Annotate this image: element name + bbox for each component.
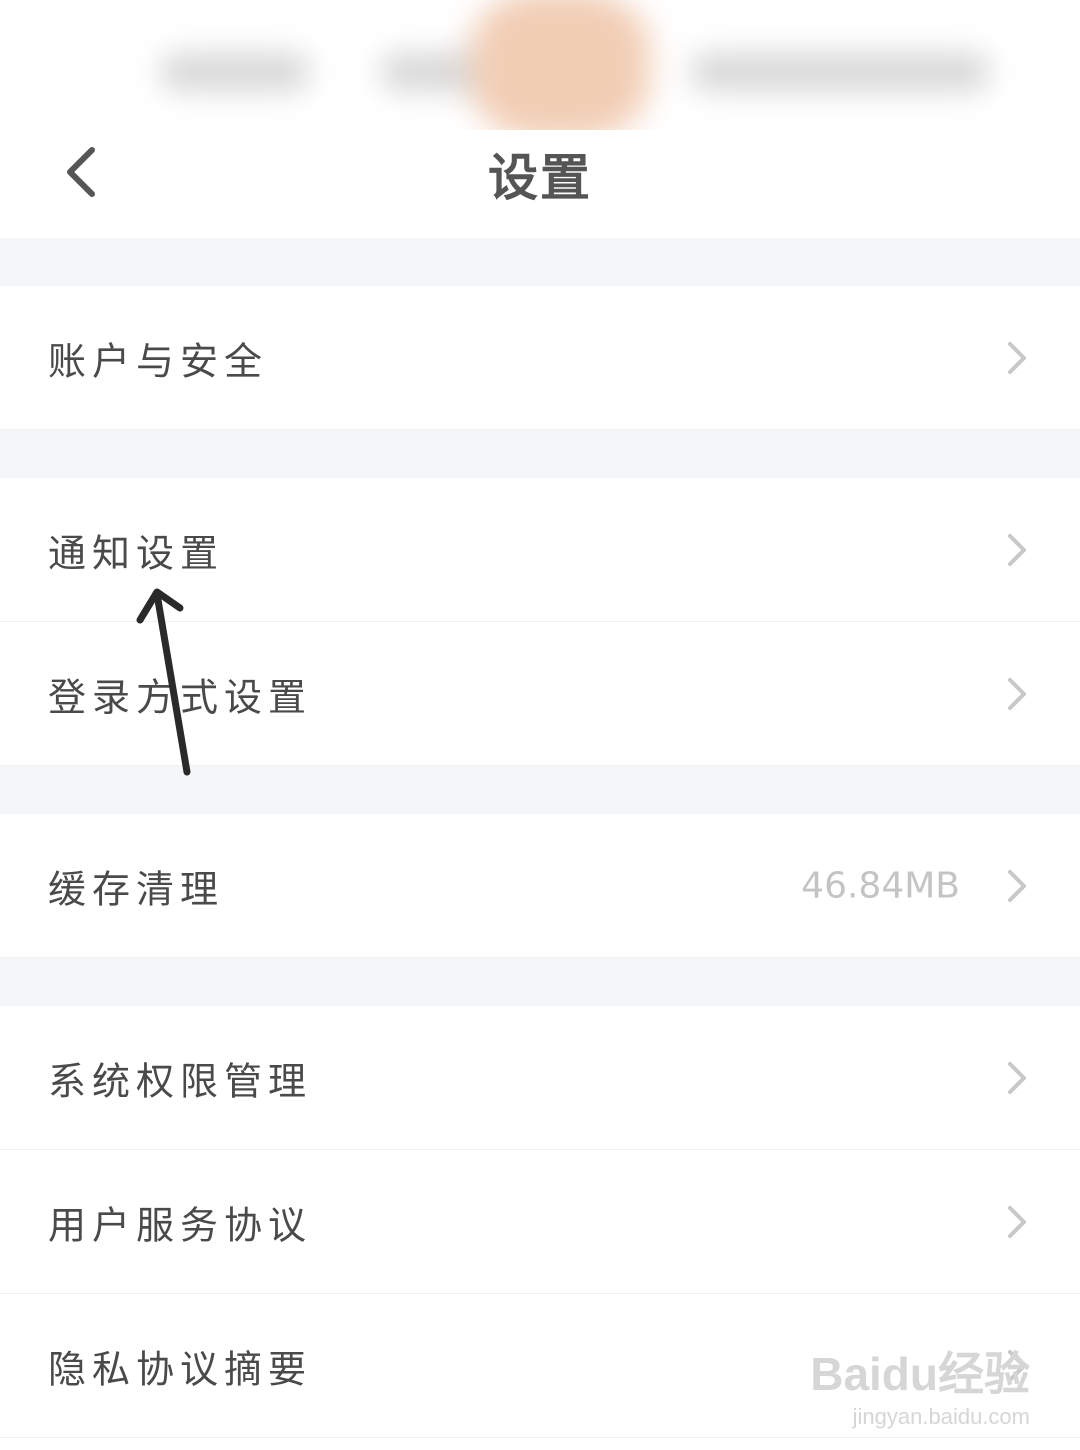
blurred-bar [160, 52, 310, 92]
chevron-right-icon [1008, 341, 1026, 374]
settings-item-user-agreement[interactable]: 用户服务协议 [0, 1150, 1080, 1294]
page-title: 设置 [488, 148, 592, 207]
settings-list: 账户与安全 通知设置 登录方式设置 缓存清理 46.84MB 系统权限管理 用户… [0, 238, 1080, 1438]
settings-item-account-security[interactable]: 账户与安全 [0, 286, 1080, 430]
section-gap [0, 766, 1080, 814]
chevron-right-icon [1008, 1061, 1026, 1094]
chevron-right-icon [1008, 869, 1026, 902]
settings-item-label: 登录方式设置 [48, 675, 313, 719]
blurred-bar [690, 52, 990, 92]
settings-item-label: 隐私协议摘要 [48, 1347, 313, 1391]
section-gap [0, 238, 1080, 286]
chevron-right-icon [1008, 677, 1026, 710]
settings-item-system-permissions[interactable]: 系统权限管理 [0, 1006, 1080, 1150]
settings-item-privacy-summary[interactable]: 隐私协议摘要 [0, 1294, 1080, 1438]
settings-item-label: 用户服务协议 [48, 1203, 313, 1247]
section-gap [0, 430, 1080, 478]
section-gap [0, 958, 1080, 1006]
settings-item-cache-clear[interactable]: 缓存清理 46.84MB [0, 814, 1080, 958]
settings-item-label: 账户与安全 [48, 339, 269, 383]
cache-size-value: 46.84MB [801, 865, 960, 906]
settings-item-label: 缓存清理 [48, 867, 225, 911]
chevron-right-icon [1008, 1349, 1026, 1382]
settings-item-login-method[interactable]: 登录方式设置 [0, 622, 1080, 766]
chevron-right-icon [1008, 533, 1026, 566]
settings-item-label: 通知设置 [48, 531, 225, 575]
settings-item-label: 系统权限管理 [48, 1059, 313, 1103]
settings-item-notifications[interactable]: 通知设置 [0, 478, 1080, 622]
navigation-header: 设置 [0, 110, 1080, 238]
chevron-right-icon [1008, 1205, 1026, 1238]
